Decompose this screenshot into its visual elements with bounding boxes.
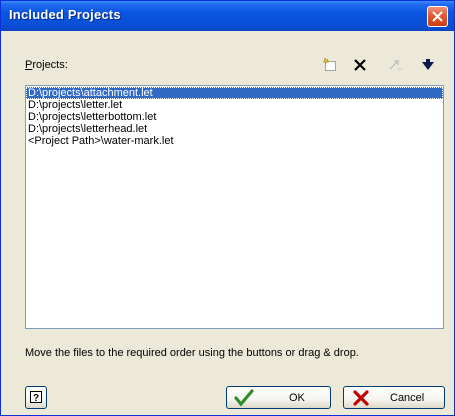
cancel-button[interactable]: Cancel xyxy=(343,386,445,409)
delete-icon xyxy=(354,59,366,71)
ok-button[interactable]: OK xyxy=(226,386,331,409)
move-down-icon xyxy=(422,59,434,70)
projects-listbox[interactable]: D:\projects\attachment.let D:\projects\l… xyxy=(25,85,444,329)
help-icon: ? xyxy=(30,391,42,404)
projects-label-text: rojects: xyxy=(32,59,68,71)
new-item-icon xyxy=(322,57,336,71)
move-up-button[interactable] xyxy=(387,56,405,74)
window-title: Included Projects xyxy=(9,7,121,22)
title-bar[interactable]: Included Projects xyxy=(1,1,454,31)
new-item-button[interactable] xyxy=(321,56,339,74)
list-item[interactable]: D:\projects\letterhead.let xyxy=(26,123,443,135)
svg-text:?: ? xyxy=(33,393,39,404)
list-item[interactable]: D:\projects\attachment.let xyxy=(26,87,443,99)
ok-label: OK xyxy=(289,392,305,404)
check-icon xyxy=(234,389,254,407)
project-list: D:\projects\attachment.let D:\projects\l… xyxy=(26,86,443,147)
close-button[interactable] xyxy=(427,6,448,27)
close-icon xyxy=(432,11,443,22)
cancel-icon xyxy=(353,390,369,406)
dialog-window: Included Projects Projects: D:\projects\… xyxy=(0,0,455,416)
cancel-label: Cancel xyxy=(390,392,425,404)
hint-text: Move the files to the required order usi… xyxy=(25,347,359,359)
list-item[interactable]: D:\projects\letterbottom.let xyxy=(26,111,443,123)
help-button[interactable]: ? xyxy=(25,386,47,409)
move-down-button[interactable] xyxy=(419,56,437,74)
list-item[interactable]: <Project Path>\water-mark.let xyxy=(26,135,443,147)
move-up-icon xyxy=(389,60,402,70)
projects-label: Projects: xyxy=(25,59,68,71)
list-item[interactable]: D:\projects\letter.let xyxy=(26,99,443,111)
delete-button[interactable] xyxy=(351,56,369,74)
